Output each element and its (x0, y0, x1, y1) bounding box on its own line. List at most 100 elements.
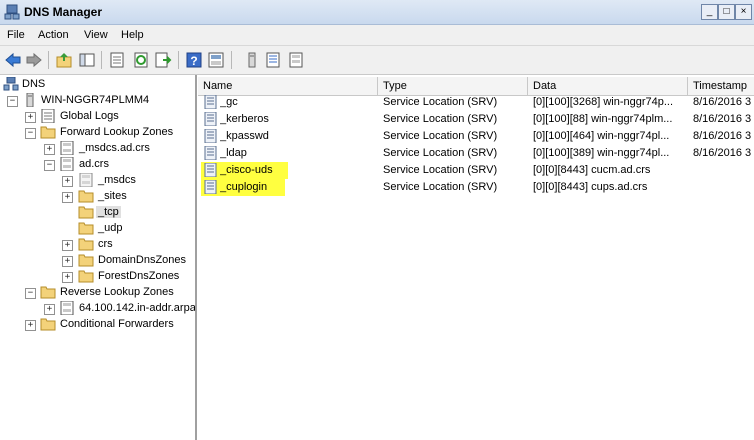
column-header-type[interactable]: Type (378, 77, 528, 95)
srv-record-icon (204, 146, 217, 160)
table-row[interactable]: _kpasswd Service Location (SRV) [0][100]… (198, 128, 754, 145)
tree-node-udp[interactable]: _udp (0, 221, 190, 237)
server-icon[interactable] (243, 51, 261, 69)
window-title: DNS Manager (24, 5, 103, 19)
tree-label-forestdnszones: ForestDnsZones (98, 270, 180, 282)
column-header-name[interactable]: Name (198, 77, 378, 95)
server-icon (26, 93, 34, 107)
svg-text:?: ? (190, 54, 197, 68)
close-button[interactable]: × (735, 4, 752, 20)
column-header-data[interactable]: Data (528, 77, 688, 95)
zone-icon (60, 157, 74, 171)
forward-arrow-icon[interactable] (25, 51, 43, 69)
expand-icon[interactable]: + (44, 144, 55, 155)
folder-icon (40, 126, 56, 139)
table-row[interactable]: _cuplogin Service Location (SRV) [0][0][… (198, 179, 754, 196)
tree-node-msdcs[interactable]: + _msdcs (0, 173, 190, 189)
dns-icon (3, 77, 19, 91)
tree-node-forestdnszones[interactable]: + ForestDnsZones (0, 269, 190, 285)
folder-icon (78, 190, 94, 203)
tree-node-domaindnszones[interactable]: + DomainDnsZones (0, 253, 190, 269)
srv-record-icon (204, 163, 217, 177)
record-timestamp: 8/16/2016 3 (693, 147, 752, 159)
srv-record-icon (204, 180, 217, 194)
record-name: _ldap (220, 147, 247, 159)
zone-icon[interactable] (287, 51, 305, 69)
folder-icon (78, 206, 94, 219)
record-data: [0][100][3268] win-nggr74p... (533, 96, 674, 108)
column-header-timestamp[interactable]: Timestamp (688, 77, 754, 95)
table-row[interactable]: _kerberos Service Location (SRV) [0][100… (198, 111, 754, 128)
expand-icon[interactable]: + (62, 272, 73, 283)
tree-label-forward-lookup-zones: Forward Lookup Zones (60, 126, 174, 138)
folder-icon (78, 254, 94, 267)
table-row[interactable]: _cisco-uds Service Location (SRV) [0][0]… (198, 162, 754, 179)
expand-icon[interactable]: + (62, 240, 73, 251)
menu-file[interactable]: File (7, 29, 25, 41)
tree-node-conditional-forwarders[interactable]: + Conditional Forwarders (0, 317, 190, 333)
folder-icon (40, 286, 56, 299)
record-data: [0][100][389] win-nggr74pl... (533, 147, 670, 159)
tree-node-server[interactable]: − WIN-NGGR74PLMM4 (0, 93, 190, 109)
menu-view[interactable]: View (84, 29, 108, 41)
tree-node-forward-lookup-zones[interactable]: − Forward Lookup Zones (0, 125, 190, 141)
menu-action[interactable]: Action (38, 29, 69, 41)
tree-node-crs[interactable]: + crs (0, 237, 190, 253)
help-icon[interactable]: ? (185, 51, 203, 69)
properties-icon[interactable] (108, 51, 126, 69)
expand-icon[interactable]: + (44, 304, 55, 315)
minimize-button[interactable]: _ (701, 4, 718, 20)
tree-node-ad-crs[interactable]: − ad.crs (0, 157, 190, 173)
maximize-button[interactable]: □ (718, 4, 735, 20)
record-type: Service Location (SRV) (383, 113, 498, 125)
tree-node-msdcs-zone[interactable]: + _msdcs.ad.crs (0, 141, 190, 157)
record-timestamp: 8/16/2016 3 (693, 96, 752, 108)
table-row[interactable]: _gc Service Location (SRV) [0][100][3268… (198, 94, 754, 111)
toolbar-separator (231, 51, 232, 69)
expand-icon[interactable]: + (25, 320, 36, 331)
record-type: Service Location (SRV) (383, 96, 498, 108)
collapse-icon[interactable]: − (44, 160, 55, 171)
show-hide-console-tree-icon[interactable] (78, 51, 96, 69)
folder-icon (78, 270, 94, 283)
tree-node-sites[interactable]: + _sites (0, 189, 190, 205)
tree-node-tcp[interactable]: _tcp (0, 205, 190, 221)
collapse-icon[interactable]: − (25, 288, 36, 299)
title-bar: DNS Manager _ □ × (0, 0, 754, 25)
folder-icon (78, 222, 94, 235)
tree-label-dns: DNS (22, 78, 46, 90)
record-data: [0][0][8443] cups.ad.crs (533, 181, 648, 193)
export-list-icon[interactable] (154, 51, 172, 69)
expand-icon[interactable]: + (62, 256, 73, 267)
tree-label-crs: crs (98, 238, 113, 250)
folder-icon (40, 318, 56, 331)
srv-record-icon (204, 95, 217, 109)
expand-icon[interactable]: + (62, 176, 73, 187)
zone-icon (79, 173, 93, 187)
mmc-view-icon[interactable] (207, 51, 225, 69)
tree-node-global-logs[interactable]: + Global Logs (0, 109, 190, 125)
record-type: Service Location (SRV) (383, 164, 498, 176)
dns-manager-icon (4, 4, 20, 20)
tree-label-msdcs-zone: _msdcs.ad.crs (79, 142, 150, 154)
folder-icon (78, 238, 94, 251)
menu-help[interactable]: Help (121, 29, 144, 41)
refresh-icon[interactable] (132, 51, 150, 69)
tree-node-reverse-zone[interactable]: + 64.100.142.in-addr.arpa (0, 301, 195, 317)
tree-node-reverse-lookup-zones[interactable]: − Reverse Lookup Zones (0, 285, 190, 301)
tree-label-ad-crs: ad.crs (79, 158, 109, 170)
record-type: Service Location (SRV) (383, 147, 498, 159)
up-folder-icon[interactable] (55, 51, 73, 69)
record-data: [0][100][88] win-nggr74plm... (533, 113, 673, 125)
log-icon (41, 109, 55, 123)
expand-icon[interactable]: + (62, 192, 73, 203)
table-row[interactable]: _ldap Service Location (SRV) [0][100][38… (198, 145, 754, 162)
tree-node-dns[interactable]: DNS (0, 77, 190, 93)
records-list-icon[interactable] (264, 51, 282, 69)
expand-icon[interactable]: + (25, 112, 36, 123)
collapse-icon[interactable]: − (7, 96, 18, 107)
record-timestamp: 8/16/2016 3 (693, 130, 752, 142)
collapse-icon[interactable]: − (25, 128, 36, 139)
back-arrow-icon[interactable] (4, 51, 22, 69)
records-list: Name Type Data Timestamp _gc Service Loc… (198, 75, 754, 440)
